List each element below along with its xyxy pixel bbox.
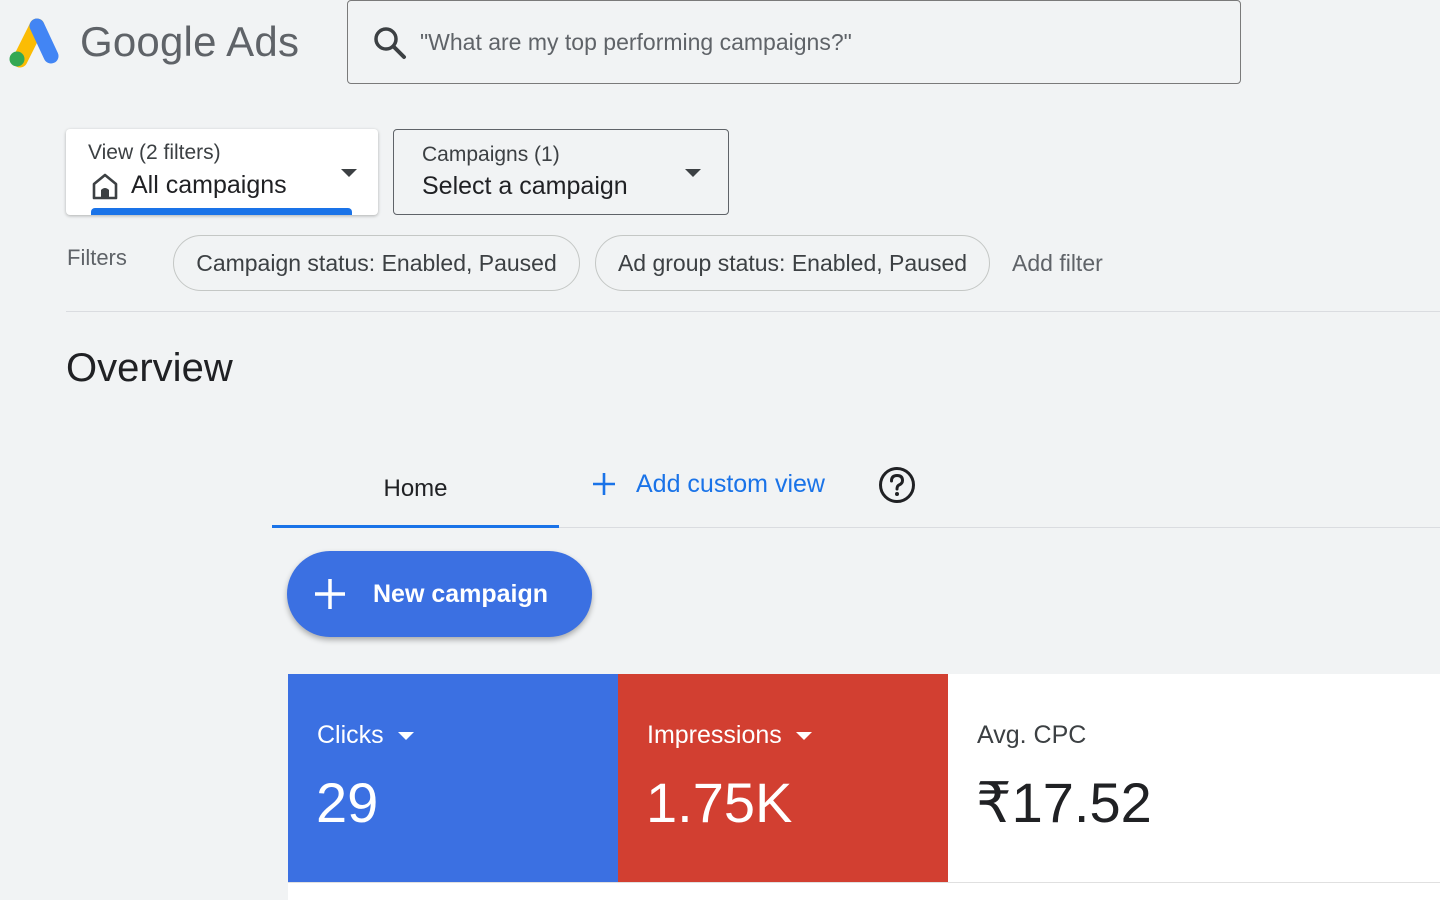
metric-card-clicks[interactable]: Clicks 29	[288, 674, 618, 882]
chart-area	[288, 882, 1440, 900]
view-selector-value: All campaigns	[131, 171, 287, 199]
campaign-selector-value: Select a campaign	[422, 172, 628, 200]
chevron-down-icon	[397, 731, 414, 740]
page: Google Ads "What are my top performing c…	[0, 0, 1440, 900]
tab-home[interactable]: Home	[272, 450, 559, 528]
add-filter-button[interactable]: Add filter	[1012, 250, 1103, 277]
chevron-down-icon	[685, 169, 701, 177]
chevron-down-icon	[341, 169, 357, 177]
metric-card-avg-cpc[interactable]: Avg. CPC ₹17.52	[948, 674, 1440, 882]
metric-name-label: Impressions	[647, 721, 782, 749]
chevron-down-icon	[795, 731, 812, 740]
filters-label: Filters	[67, 245, 127, 270]
view-selector-underline	[91, 208, 352, 215]
metric-value: 29	[316, 771, 379, 834]
search-icon	[374, 27, 406, 59]
home-icon	[92, 173, 118, 200]
new-campaign-button[interactable]: New campaign	[287, 551, 592, 637]
add-custom-view-button[interactable]: Add custom view	[590, 466, 825, 502]
new-campaign-label: New campaign	[373, 579, 549, 608]
metrics-row: Clicks 29 Impressions 1.75K Avg. CPC ₹17…	[288, 674, 1440, 900]
metric-name-label: Avg. CPC	[977, 721, 1087, 749]
filter-chip-campaign-status[interactable]: Campaign status: Enabled, Paused	[173, 235, 580, 291]
help-icon[interactable]	[878, 466, 916, 504]
filter-chip-ad-group-status[interactable]: Ad group status: Enabled, Paused	[595, 235, 990, 291]
view-selector-label: View (2 filters)	[88, 141, 221, 164]
page-title: Overview	[66, 346, 233, 390]
search-bar[interactable]: "What are my top performing campaigns?"	[347, 0, 1241, 84]
metric-card-impressions[interactable]: Impressions 1.75K	[618, 674, 948, 882]
google-ads-logo-icon[interactable]	[4, 16, 60, 68]
campaign-selector[interactable]: Campaigns (1) Select a campaign	[393, 129, 729, 215]
metric-name[interactable]: Impressions	[647, 721, 812, 750]
search-placeholder: "What are my top performing campaigns?"	[420, 29, 852, 55]
metric-value: 1.75K	[646, 771, 793, 834]
plus-icon	[593, 473, 615, 495]
view-selector[interactable]: View (2 filters) All campaigns	[66, 129, 378, 215]
metric-value: ₹17.52	[976, 771, 1152, 834]
campaign-selector-label: Campaigns (1)	[422, 143, 560, 166]
tab-home-active-indicator	[272, 525, 559, 528]
metric-name-label: Clicks	[317, 721, 384, 749]
divider	[66, 311, 1440, 312]
plus-icon	[315, 579, 345, 609]
add-custom-view-label: Add custom view	[636, 469, 825, 498]
metric-name[interactable]: Clicks	[317, 721, 414, 750]
logo-text[interactable]: Google Ads	[80, 18, 299, 66]
